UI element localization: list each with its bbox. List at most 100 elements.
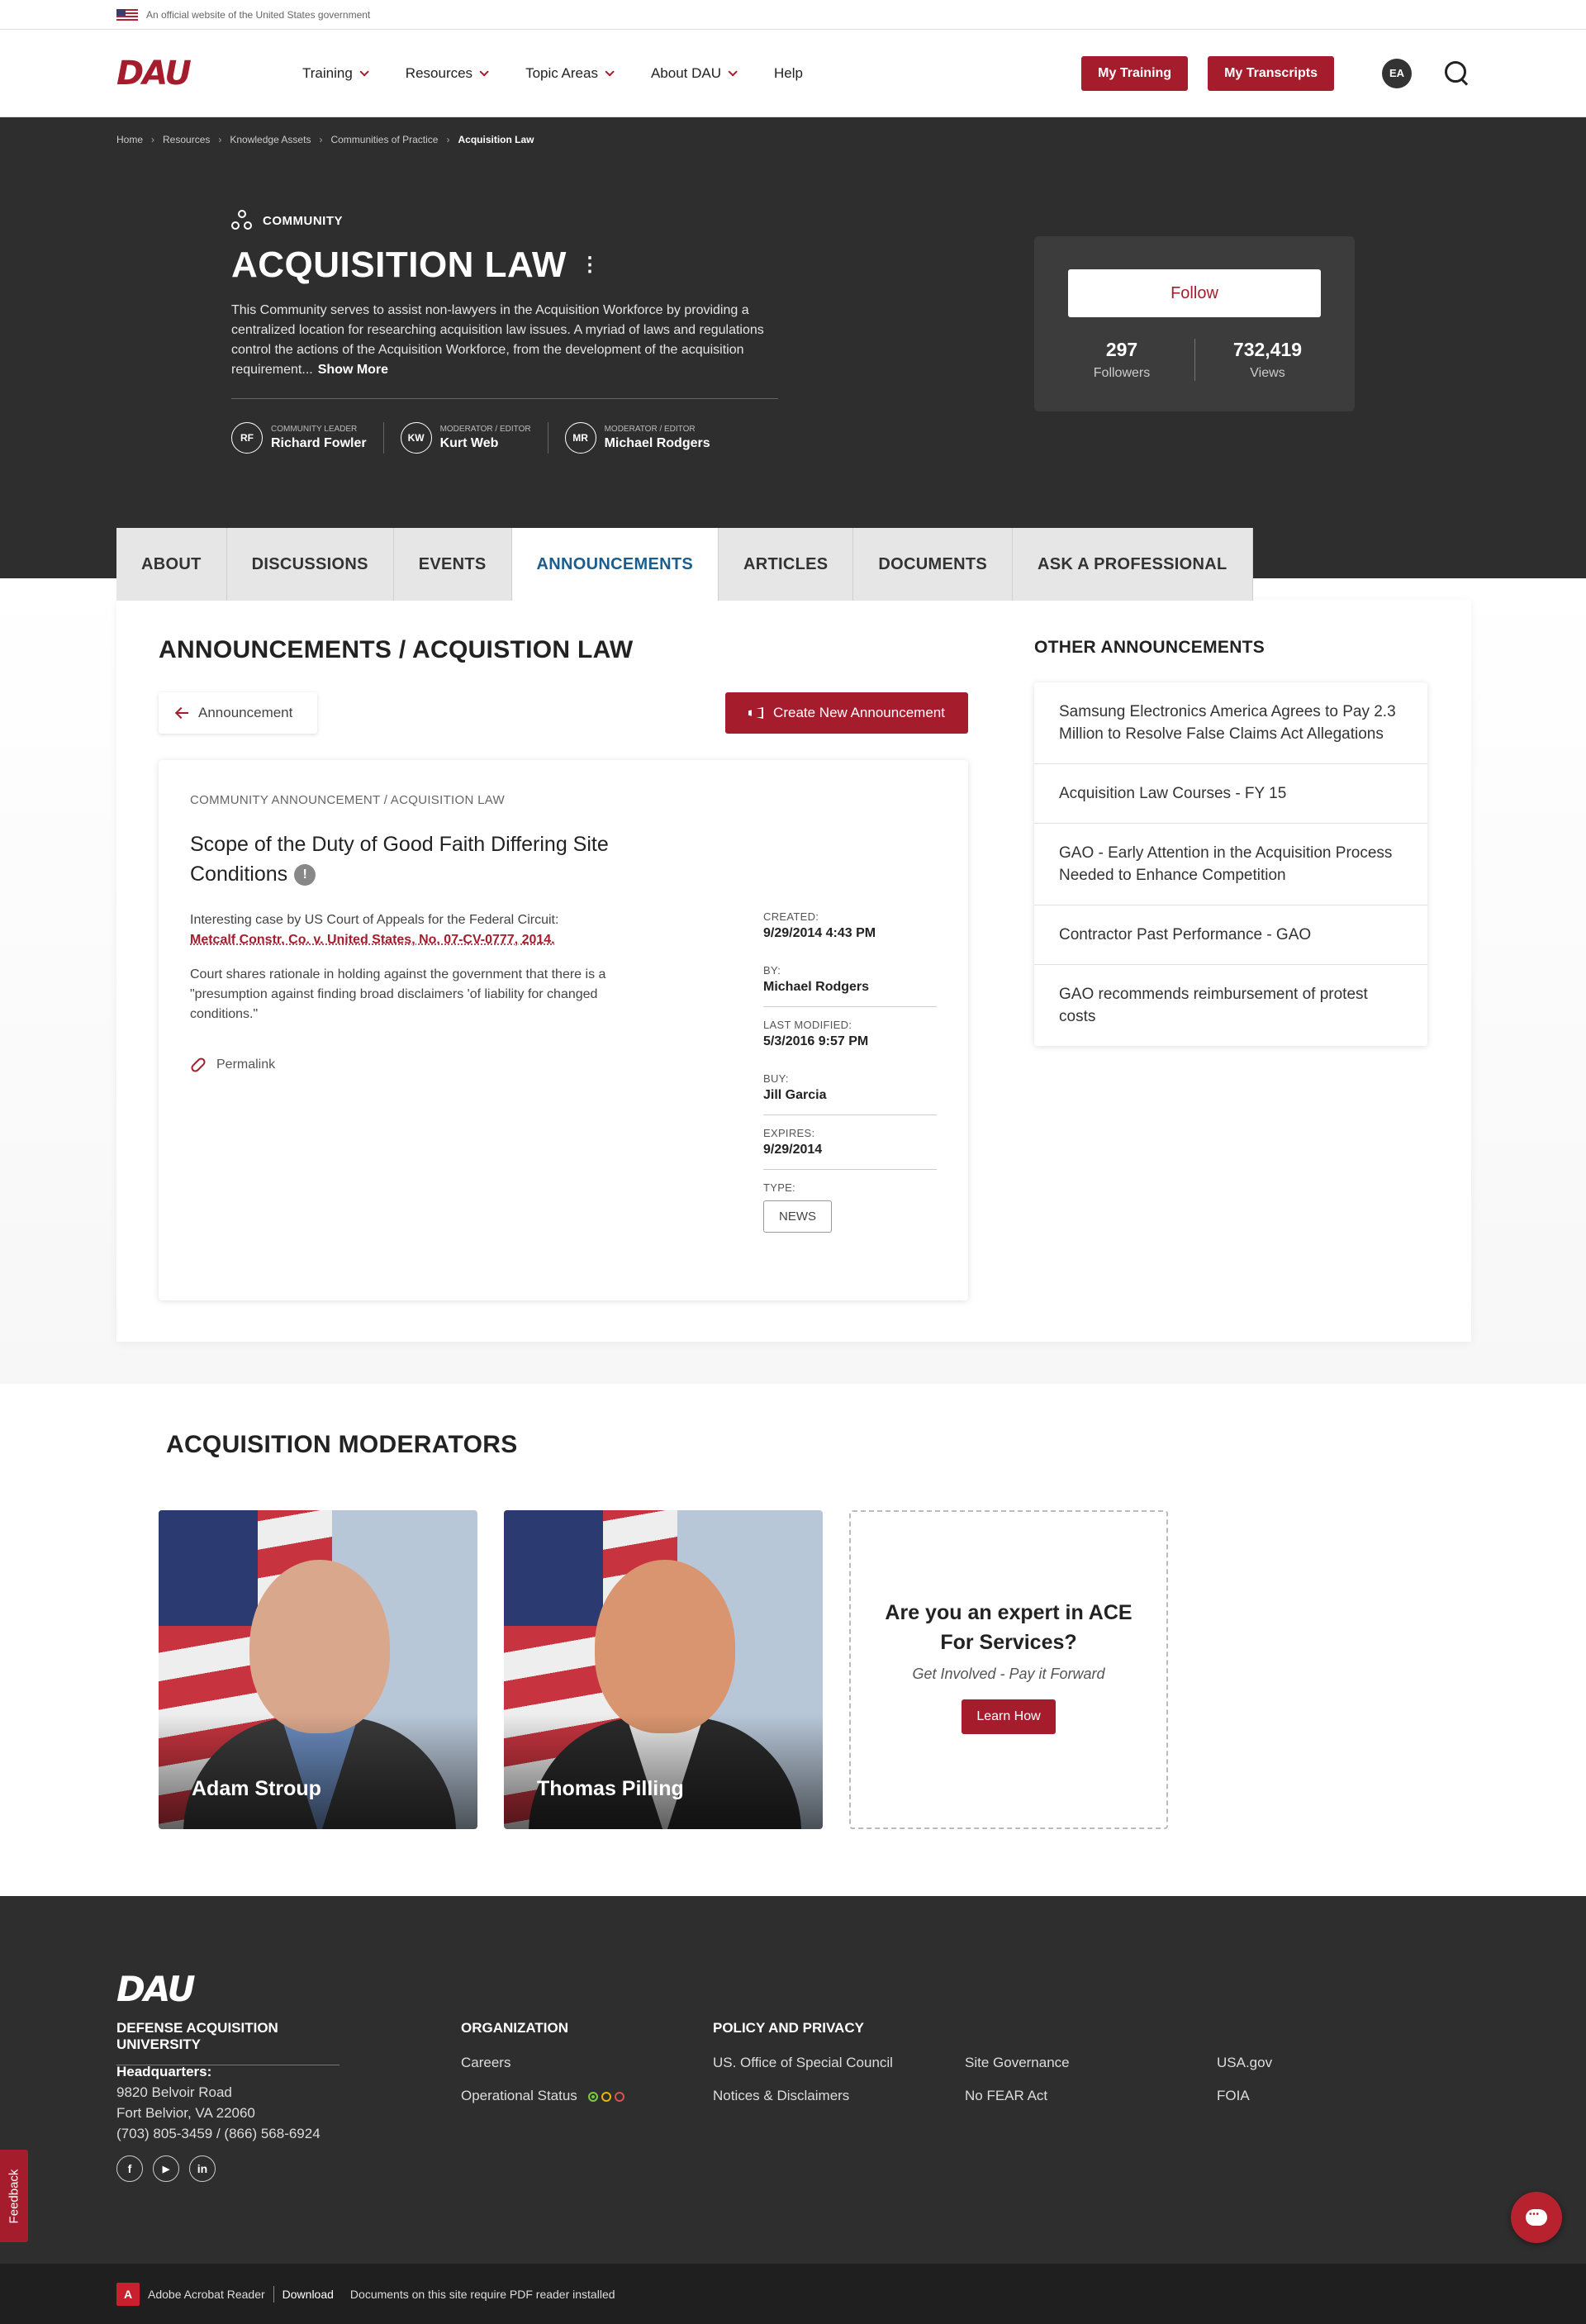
create-announcement-button[interactable]: Create New Announcement	[725, 692, 968, 734]
follow-button[interactable]: Follow	[1068, 269, 1321, 317]
breadcrumb-home[interactable]: Home	[116, 134, 143, 145]
youtube-icon[interactable]: ▶	[153, 2155, 179, 2182]
moderator-photo	[595, 1560, 735, 1733]
section-title: ANNOUNCEMENTS / ACQUISTION LAW	[159, 636, 634, 663]
learn-how-button[interactable]: Learn How	[962, 1699, 1056, 1734]
chevron-down-icon	[479, 66, 489, 77]
footer-careers-link[interactable]: Careers	[461, 2055, 510, 2071]
tab-discussions[interactable]: DISCUSSIONS	[226, 528, 394, 601]
leader-item[interactable]: KW MODERATOR / EDITOR Kurt Web	[400, 422, 548, 454]
moderator-name: Thomas Pilling	[537, 1777, 684, 1800]
nav-training[interactable]: Training	[302, 65, 369, 82]
nav-about-dau[interactable]: About DAU	[651, 65, 738, 82]
show-more-link[interactable]: Show More	[318, 363, 388, 377]
meta-by: BY: Michael Rodgers	[763, 964, 937, 1007]
gov-banner: An official website of the United States…	[0, 0, 1586, 30]
announcement-body: Interesting case by US Court of Appeals …	[190, 913, 606, 1021]
tab-announcements[interactable]: ANNOUNCEMENTS	[511, 528, 719, 601]
my-training-button[interactable]: My Training	[1081, 55, 1189, 91]
nav-topic-areas[interactable]: Topic Areas	[525, 65, 615, 82]
announcement-title: Scope of the Duty of Good Faith Differin…	[190, 833, 609, 886]
type-badge: NEWS	[763, 1200, 832, 1233]
footer-link[interactable]: FOIA	[1217, 2088, 1250, 2104]
breadcrumb-resources[interactable]: Resources	[163, 134, 210, 145]
status-yellow-icon	[601, 2091, 611, 2102]
moderator-card[interactable]: Thomas Pilling	[504, 1510, 823, 1829]
other-announcements-title: OTHER ANNOUNCEMENTS	[1034, 638, 1265, 657]
community-tag: COMMUNITY	[231, 210, 785, 231]
footer-link[interactable]: US. Office of Special Council	[713, 2055, 893, 2071]
gov-banner-text: An official website of the United States…	[146, 8, 371, 21]
moderator-photo	[249, 1560, 390, 1733]
info-icon[interactable]: !	[294, 864, 316, 886]
download-reader-link[interactable]: Download	[283, 2288, 334, 2301]
breadcrumb-knowledge-assets[interactable]: Knowledge Assets	[230, 134, 311, 145]
megaphone-icon	[748, 707, 764, 719]
list-item[interactable]: GAO - Early Attention in the Acquisition…	[1034, 824, 1427, 905]
dau-logo[interactable]: DAU	[116, 55, 302, 93]
permalink-link[interactable]: Permalink	[189, 1056, 275, 1074]
footer-link[interactable]: Notices & Disclaimers	[713, 2088, 849, 2104]
leader-item[interactable]: RF COMMUNITY LEADER Richard Fowler	[231, 422, 384, 454]
list-item[interactable]: GAO recommends reimbursement of protest …	[1034, 965, 1427, 1046]
breadcrumb-communities[interactable]: Communities of Practice	[330, 134, 438, 145]
hero-info: COMMUNITY ACQUISITION LAW ⋮ This Communi…	[231, 210, 785, 454]
moderators-title: ACQUISITION MODERATORS	[166, 1431, 518, 1458]
site-footer: DAU DEFENSE ACQUISITION UNIVERSITY Headq…	[0, 1896, 1586, 2264]
avatar: RF	[231, 422, 263, 454]
expert-title: Are you an expert in ACE For Services?	[885, 1601, 1133, 1654]
list-item[interactable]: Contractor Past Performance - GAO	[1034, 905, 1427, 965]
list-item[interactable]: Acquisition Law Courses - FY 15	[1034, 764, 1427, 824]
tab-documents[interactable]: DOCUMENTS	[853, 528, 1014, 601]
community-icon	[231, 210, 253, 231]
my-transcripts-button[interactable]: My Transcripts	[1208, 55, 1334, 91]
linkedin-icon[interactable]: in	[189, 2155, 216, 2182]
leader-item[interactable]: MR MODERATOR / EDITOR Michael Rodgers	[564, 422, 727, 454]
nav-help[interactable]: Help	[774, 65, 803, 82]
status-red-icon	[614, 2091, 624, 2102]
main-nav: Training Resources Topic Areas About DAU…	[302, 65, 803, 82]
community-description: This Community serves to assist non-lawy…	[231, 303, 764, 377]
tab-articles[interactable]: ARTICLES	[719, 528, 854, 601]
chat-icon	[1526, 2209, 1547, 2226]
become-expert-card: Are you an expert in ACE For Services? G…	[849, 1510, 1168, 1829]
announcement-crumb: COMMUNITY ANNOUNCEMENT / ACQUISITION LAW	[190, 793, 505, 807]
site-header: DAU Training Resources Topic Areas About…	[0, 30, 1586, 117]
moderator-name: Adam Stroup	[192, 1777, 321, 1800]
link-icon	[189, 1056, 207, 1074]
tab-ask-a-professional[interactable]: ASK A PROFESSIONAL	[1013, 528, 1253, 601]
footer-logo[interactable]: DAU	[116, 1969, 196, 2009]
tab-about[interactable]: ABOUT	[116, 528, 227, 601]
nav-resources[interactable]: Resources	[406, 65, 489, 82]
chevron-down-icon	[728, 66, 738, 77]
pdf-reader-bar: A Adobe Acrobat Reader Download Document…	[0, 2264, 1586, 2324]
moderator-card[interactable]: Adam Stroup	[159, 1510, 477, 1829]
case-link[interactable]: Metcalf Constr. Co. v. United States, No…	[190, 933, 555, 947]
chevron-down-icon	[605, 66, 615, 77]
more-options-icon[interactable]: ⋮	[580, 255, 601, 275]
search-icon[interactable]	[1445, 60, 1470, 86]
avatar: KW	[400, 422, 432, 454]
community-leaders: RF COMMUNITY LEADER Richard Fowler KW MOD…	[231, 422, 785, 454]
followers-stat: 297 Followers	[1093, 339, 1151, 380]
chevron-down-icon	[359, 66, 369, 77]
footer-link[interactable]: No FEAR Act	[965, 2088, 1047, 2104]
list-item[interactable]: Samsung Electronics America Agrees to Pa…	[1034, 682, 1427, 764]
feedback-tab[interactable]: Feedback	[0, 2150, 28, 2242]
footer-link[interactable]: Site Governance	[965, 2055, 1070, 2071]
expert-subtitle: Get Involved - Pay it Forward	[912, 1666, 1105, 1682]
meta-expires: EXPIRES: 9/29/2014	[763, 1127, 937, 1170]
social-links: f ▶ in	[116, 2155, 216, 2182]
acrobat-icon: A	[116, 2282, 140, 2306]
facebook-icon[interactable]: f	[116, 2155, 143, 2182]
back-to-announcements-button[interactable]: Announcement	[159, 692, 317, 734]
user-avatar[interactable]: EA	[1382, 58, 1412, 88]
footer-operational-status-link[interactable]: Operational Status	[461, 2088, 624, 2104]
meta-created: CREATED: 9/29/2014 4:43 PM	[763, 910, 876, 940]
tab-events[interactable]: EVENTS	[393, 528, 512, 601]
community-hero: Home › Resources › Knowledge Assets › Commu…	[0, 117, 1586, 578]
meta-last-modified: LAST MODIFIED: 5/3/2016 9:57 PM	[763, 1019, 869, 1048]
chat-button[interactable]	[1511, 2192, 1562, 2243]
follow-card: Follow 297 Followers 732,419 Views	[1034, 236, 1355, 411]
footer-link[interactable]: USA.gov	[1217, 2055, 1272, 2071]
